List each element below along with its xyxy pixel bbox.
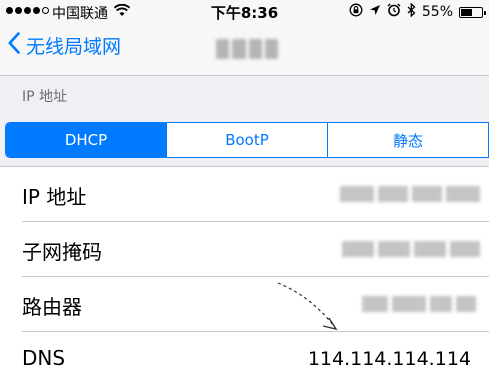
back-button-label: 无线局域网 xyxy=(26,36,122,58)
row-label: 路由器 xyxy=(22,295,82,319)
location-arrow-icon xyxy=(369,4,381,20)
status-icons: 55% xyxy=(349,2,486,21)
row-label: DNS xyxy=(22,346,66,370)
wifi-network-detail-screen: 中国联通 下午8:36 55% 无线局域网 IP 地址 DHCP BootP 静… xyxy=(0,0,489,380)
chevron-left-icon xyxy=(8,32,20,59)
battery-icon xyxy=(459,6,486,18)
orientation-lock-icon xyxy=(349,3,363,21)
table-row-subnet-mask: 子网掩码 xyxy=(0,222,489,277)
ip-mode-segmented-control: DHCP BootP 静态 xyxy=(5,122,489,158)
table-row-ip-address: IP 地址 xyxy=(0,167,489,222)
row-label: 子网掩码 xyxy=(22,240,102,264)
battery-level-fill xyxy=(461,8,472,16)
segment-static[interactable]: 静态 xyxy=(328,123,489,157)
table-row-router: 路由器 xyxy=(0,277,489,332)
battery-percent: 55% xyxy=(421,4,453,20)
row-label: IP 地址 xyxy=(22,185,87,209)
alarm-icon xyxy=(387,3,401,21)
subnet-mask-value-obscured xyxy=(342,241,480,257)
table-row-dns[interactable]: DNS 114.114.114.114 xyxy=(0,332,489,380)
status-bar: 中国联通 下午8:36 55% xyxy=(0,0,489,24)
segment-bootp[interactable]: BootP xyxy=(167,123,328,157)
ip-address-value-obscured xyxy=(340,186,480,202)
navigation-bar: 无线局域网 xyxy=(0,24,489,76)
segment-dhcp[interactable]: DHCP xyxy=(6,123,167,157)
bluetooth-icon xyxy=(407,2,416,21)
ip-settings-table: IP 地址 子网掩码 路由器 DNS 114.114.114.114 xyxy=(0,166,489,380)
router-value-obscured xyxy=(362,296,476,312)
back-button[interactable]: 无线局域网 xyxy=(8,32,121,59)
network-name-title-obscured xyxy=(216,39,278,59)
dns-value: 114.114.114.114 xyxy=(307,348,471,370)
section-header-ip-address: IP 地址 xyxy=(22,89,68,105)
